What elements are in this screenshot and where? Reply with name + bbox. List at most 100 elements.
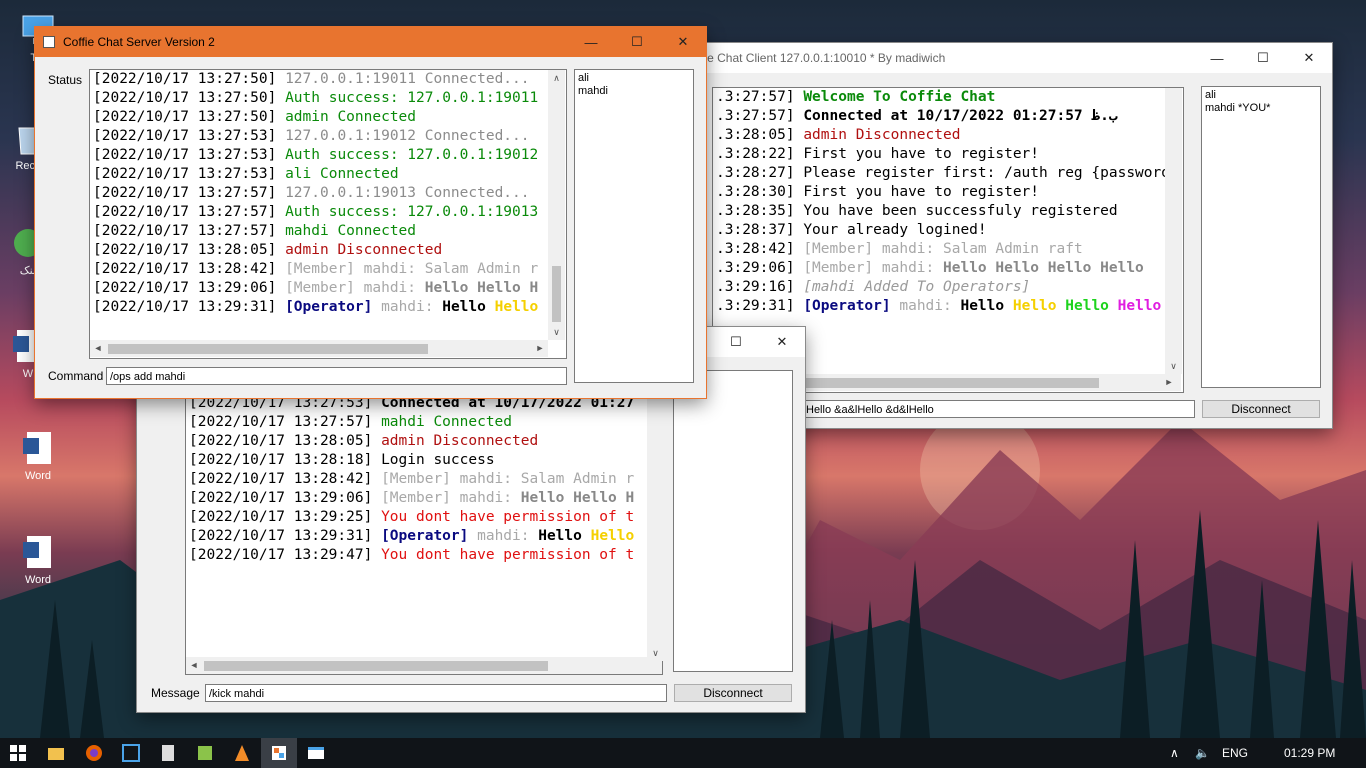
message-text: Salam Admin raft <box>943 241 1083 257</box>
timestamp: [2022/10/17 13:27:50] <box>93 109 286 125</box>
message-text: ali Connected <box>285 166 399 182</box>
user-list-item[interactable]: mahdi <box>578 85 690 98</box>
message-input[interactable]: Hello &a&lHello &d&lHello <box>802 400 1195 418</box>
log-line: [2022/10/17 13:29:06] [Member] mahdi: He… <box>90 279 566 298</box>
log-line: [2022/10/17 13:27:57] 127.0.0.1:19013 Co… <box>90 184 566 203</box>
message-text: 127.0.0.1:19013 Connected... <box>285 185 530 201</box>
message-text: [Operator] <box>285 299 373 315</box>
message-text: : <box>407 280 425 296</box>
maximize-button[interactable]: ☐ <box>614 27 660 57</box>
message-text: Hello <box>590 528 635 544</box>
file-explorer-icon[interactable] <box>38 738 74 768</box>
scrollbar-thumb[interactable] <box>552 266 561 322</box>
user-list-item[interactable]: ali <box>1205 89 1317 102</box>
app-icon[interactable] <box>113 738 149 768</box>
user-list-item[interactable]: ali <box>578 72 690 85</box>
vertical-scrollbar[interactable]: ∧ ∨ <box>548 70 565 340</box>
message-text: Hello <box>538 528 591 544</box>
message-text: mahdi Connected <box>285 223 417 239</box>
language-indicator[interactable]: ENG <box>1222 738 1248 768</box>
log-line: .3:28:35] You have been successfuly regi… <box>713 202 1183 221</box>
message-text: Auth success: 127.0.0.1:19011 <box>285 90 539 106</box>
window-icon[interactable] <box>298 738 334 768</box>
horizontal-scrollbar[interactable]: ◄ ► <box>90 340 548 357</box>
notepad-icon[interactable] <box>187 738 223 768</box>
maximize-button[interactable]: ☐ <box>713 327 759 357</box>
chat-log[interactable]: [2022/10/17 13:27:53] Connected at 10/17… <box>185 371 663 675</box>
message-text: Hello Hello H <box>424 280 539 296</box>
start-button[interactable] <box>0 738 36 768</box>
timestamp: .3:28:35] <box>716 203 804 219</box>
log-line: [2022/10/17 13:28:05] admin Disconnected <box>90 241 566 260</box>
volume-icon[interactable]: 🔈 <box>1195 738 1210 768</box>
server-titlebar[interactable]: Coffie Chat Server Version 2 — ☐ ✕ <box>35 27 706 57</box>
close-button[interactable]: ✕ <box>660 27 706 57</box>
command-input[interactable]: /ops add mahdi <box>106 367 567 385</box>
message-text: 127.0.0.1:19011 Connected... <box>285 71 530 87</box>
connected-users-list[interactable]: ali mahdi <box>574 69 694 383</box>
timestamp: .3:28:05] <box>716 127 804 143</box>
close-button[interactable]: ✕ <box>1286 43 1332 73</box>
scrollbar-thumb[interactable] <box>204 661 548 671</box>
timestamp: [2022/10/17 13:27:57] <box>189 414 382 430</box>
log-line: [2022/10/17 13:29:31] [Operator] mahdi: … <box>186 527 662 546</box>
scroll-down-arrow-icon[interactable]: ∨ <box>548 324 565 340</box>
scroll-left-arrow-icon[interactable]: ◄ <box>90 340 106 357</box>
timestamp: [2022/10/17 13:28:42] <box>93 261 286 277</box>
timestamp: .3:28:42] <box>716 241 804 257</box>
minimize-button[interactable]: — <box>568 27 614 57</box>
log-line: [2022/10/17 13:29:47] You dont have perm… <box>186 546 662 565</box>
message-text: [Operator] <box>803 298 891 314</box>
log-line: [2022/10/17 13:28:42] [Member] mahdi: Sa… <box>90 260 566 279</box>
maximize-button[interactable]: ☐ <box>1240 43 1286 73</box>
user-list-item[interactable]: mahdi *YOU* <box>1205 102 1317 115</box>
timestamp: [2022/10/17 13:27:50] <box>93 90 286 106</box>
scroll-down-arrow-icon[interactable]: ∨ <box>1165 358 1182 374</box>
vertical-scrollbar[interactable]: ∨ <box>1165 88 1182 374</box>
client-titlebar[interactable]: ffie Chat Client 127.0.0.1:10010 * By ma… <box>690 43 1332 73</box>
desktop-icon-word-2[interactable]: Word <box>10 428 66 482</box>
horizontal-scrollbar[interactable]: ◄ ► <box>186 657 692 674</box>
status-log[interactable]: [2022/10/17 13:27:50] 127.0.0.1:19011 Co… <box>89 69 567 359</box>
message-input[interactable]: /kick mahdi <box>205 684 667 702</box>
scrollbar-thumb[interactable] <box>783 378 1099 388</box>
scroll-right-arrow-icon[interactable]: ► <box>532 340 548 357</box>
message-text: admin Disconnected <box>285 242 443 258</box>
coffie-chat-icon[interactable] <box>261 738 297 768</box>
close-button[interactable]: ✕ <box>759 327 805 357</box>
desktop-icon-word-3[interactable]: Word <box>10 532 66 586</box>
timestamp: [2022/10/17 13:29:47] <box>189 547 382 563</box>
scroll-up-arrow-icon[interactable]: ∧ <box>548 70 565 86</box>
clock[interactable]: 01:29 PM <box>1284 738 1335 768</box>
message-text: First you have to register! <box>803 146 1040 162</box>
server-window[interactable]: Coffie Chat Server Version 2 — ☐ ✕ Statu… <box>35 27 706 398</box>
user-list[interactable]: OU* <box>673 370 793 672</box>
minimize-button[interactable]: — <box>1194 43 1240 73</box>
disconnect-button[interactable]: Disconnect <box>1202 400 1320 418</box>
message-text: You have been successfuly registered <box>803 203 1118 219</box>
log-line: .3:28:05] admin Disconnected <box>713 126 1183 145</box>
vertical-scrollbar[interactable]: ∨ <box>647 391 664 661</box>
timestamp: [2022/10/17 13:27:53] <box>93 147 286 163</box>
scroll-right-arrow-icon[interactable]: ► <box>1161 374 1177 391</box>
timestamp: [2022/10/17 13:27:57] <box>93 204 286 220</box>
message-text: : <box>503 490 521 506</box>
log-line: .3:27:57] Connected at 10/17/2022 01:27:… <box>713 107 1183 126</box>
user-list[interactable]: ali mahdi *YOU* <box>1201 86 1321 388</box>
chevron-up-icon[interactable]: ∧ <box>1170 738 1179 768</box>
timestamp: [2022/10/17 13:29:06] <box>93 280 286 296</box>
firefox-icon[interactable] <box>76 738 112 768</box>
message-text: mahdi: <box>468 528 539 544</box>
timestamp: [2022/10/17 13:27:57] <box>93 185 286 201</box>
scrollbar-thumb[interactable] <box>108 344 428 354</box>
message-text: Hello <box>1065 298 1118 314</box>
scroll-left-arrow-icon[interactable]: ◄ <box>186 657 202 674</box>
windows-icon <box>10 745 26 761</box>
timestamp: .3:28:22] <box>716 146 804 162</box>
vlc-icon[interactable] <box>224 738 260 768</box>
message-text: : Salam Admin r <box>503 471 635 487</box>
message-text: Auth success: 127.0.0.1:19013 <box>285 204 539 220</box>
calculator-icon[interactable] <box>150 738 186 768</box>
log-line: [2022/10/17 13:27:53] 127.0.0.1:19012 Co… <box>90 127 566 146</box>
disconnect-button[interactable]: Disconnect <box>674 684 792 702</box>
